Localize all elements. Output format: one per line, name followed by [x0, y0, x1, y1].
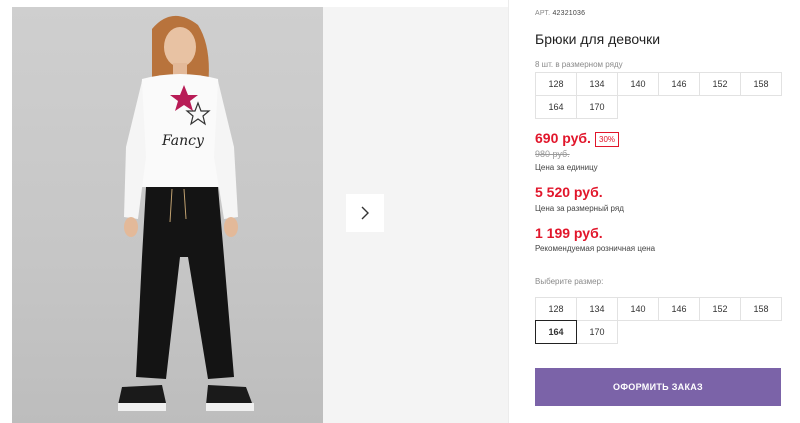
column-divider — [508, 0, 509, 423]
size-option-152[interactable]: 152 — [699, 297, 741, 321]
recommended-price-label: Рекомендуемая розничная цена — [535, 244, 656, 253]
size-option-170[interactable]: 170 — [576, 320, 618, 344]
old-price: 980 руб. — [535, 149, 570, 159]
pack-size-cell: 134 — [576, 72, 618, 96]
pack-note: 8 шт. в размерном ряду — [535, 60, 623, 69]
size-option-134[interactable]: 134 — [576, 297, 618, 321]
pack-size-cell: 170 — [576, 95, 618, 119]
order-button[interactable]: ОФОРМИТЬ ЗАКАЗ — [535, 368, 781, 406]
pack-size-cell: 164 — [535, 95, 577, 119]
size-option-158[interactable]: 158 — [740, 297, 782, 321]
pack-size-cell: 128 — [535, 72, 577, 96]
recommended-price: 1 199 руб. — [535, 225, 603, 241]
girl-photo-illustration: Fancy — [118, 15, 254, 411]
article-value: 42321036 — [552, 10, 586, 17]
article-number: АРТ. 42321036 — [535, 10, 585, 17]
shirt-print-text: Fancy — [161, 133, 205, 149]
pack-size-cell: 146 — [658, 72, 700, 96]
pack-size-cell: 158 — [740, 72, 782, 96]
choose-size-label: Выберите размер: — [535, 277, 604, 286]
size-option-128[interactable]: 128 — [535, 297, 577, 321]
size-option-146[interactable]: 146 — [658, 297, 700, 321]
pack-size-cell: 140 — [617, 72, 659, 96]
article-prefix: АРТ. — [535, 10, 551, 17]
next-image-button[interactable] — [346, 194, 384, 232]
row-price: 5 520 руб. — [535, 184, 603, 200]
product-photo[interactable]: Fancy — [12, 7, 323, 423]
product-gallery: Fancy — [12, 7, 508, 423]
discount-badge: 30% — [595, 132, 620, 147]
size-selector: 128 134 140 146 152 158 164 170 — [535, 297, 782, 344]
chevron-right-icon — [361, 206, 369, 220]
size-option-140[interactable]: 140 — [617, 297, 659, 321]
row-price-label: Цена за размерный ряд — [535, 204, 624, 213]
size-option-164-selected[interactable]: 164 — [535, 320, 577, 344]
pack-size-cell: 152 — [699, 72, 741, 96]
product-title: Брюки для девочки — [535, 31, 661, 47]
sale-price: 690 руб. — [535, 130, 591, 146]
pack-size-grid: 128 134 140 146 152 158 164 170 — [535, 72, 782, 119]
unit-price-label: Цена за единицу — [535, 163, 598, 172]
